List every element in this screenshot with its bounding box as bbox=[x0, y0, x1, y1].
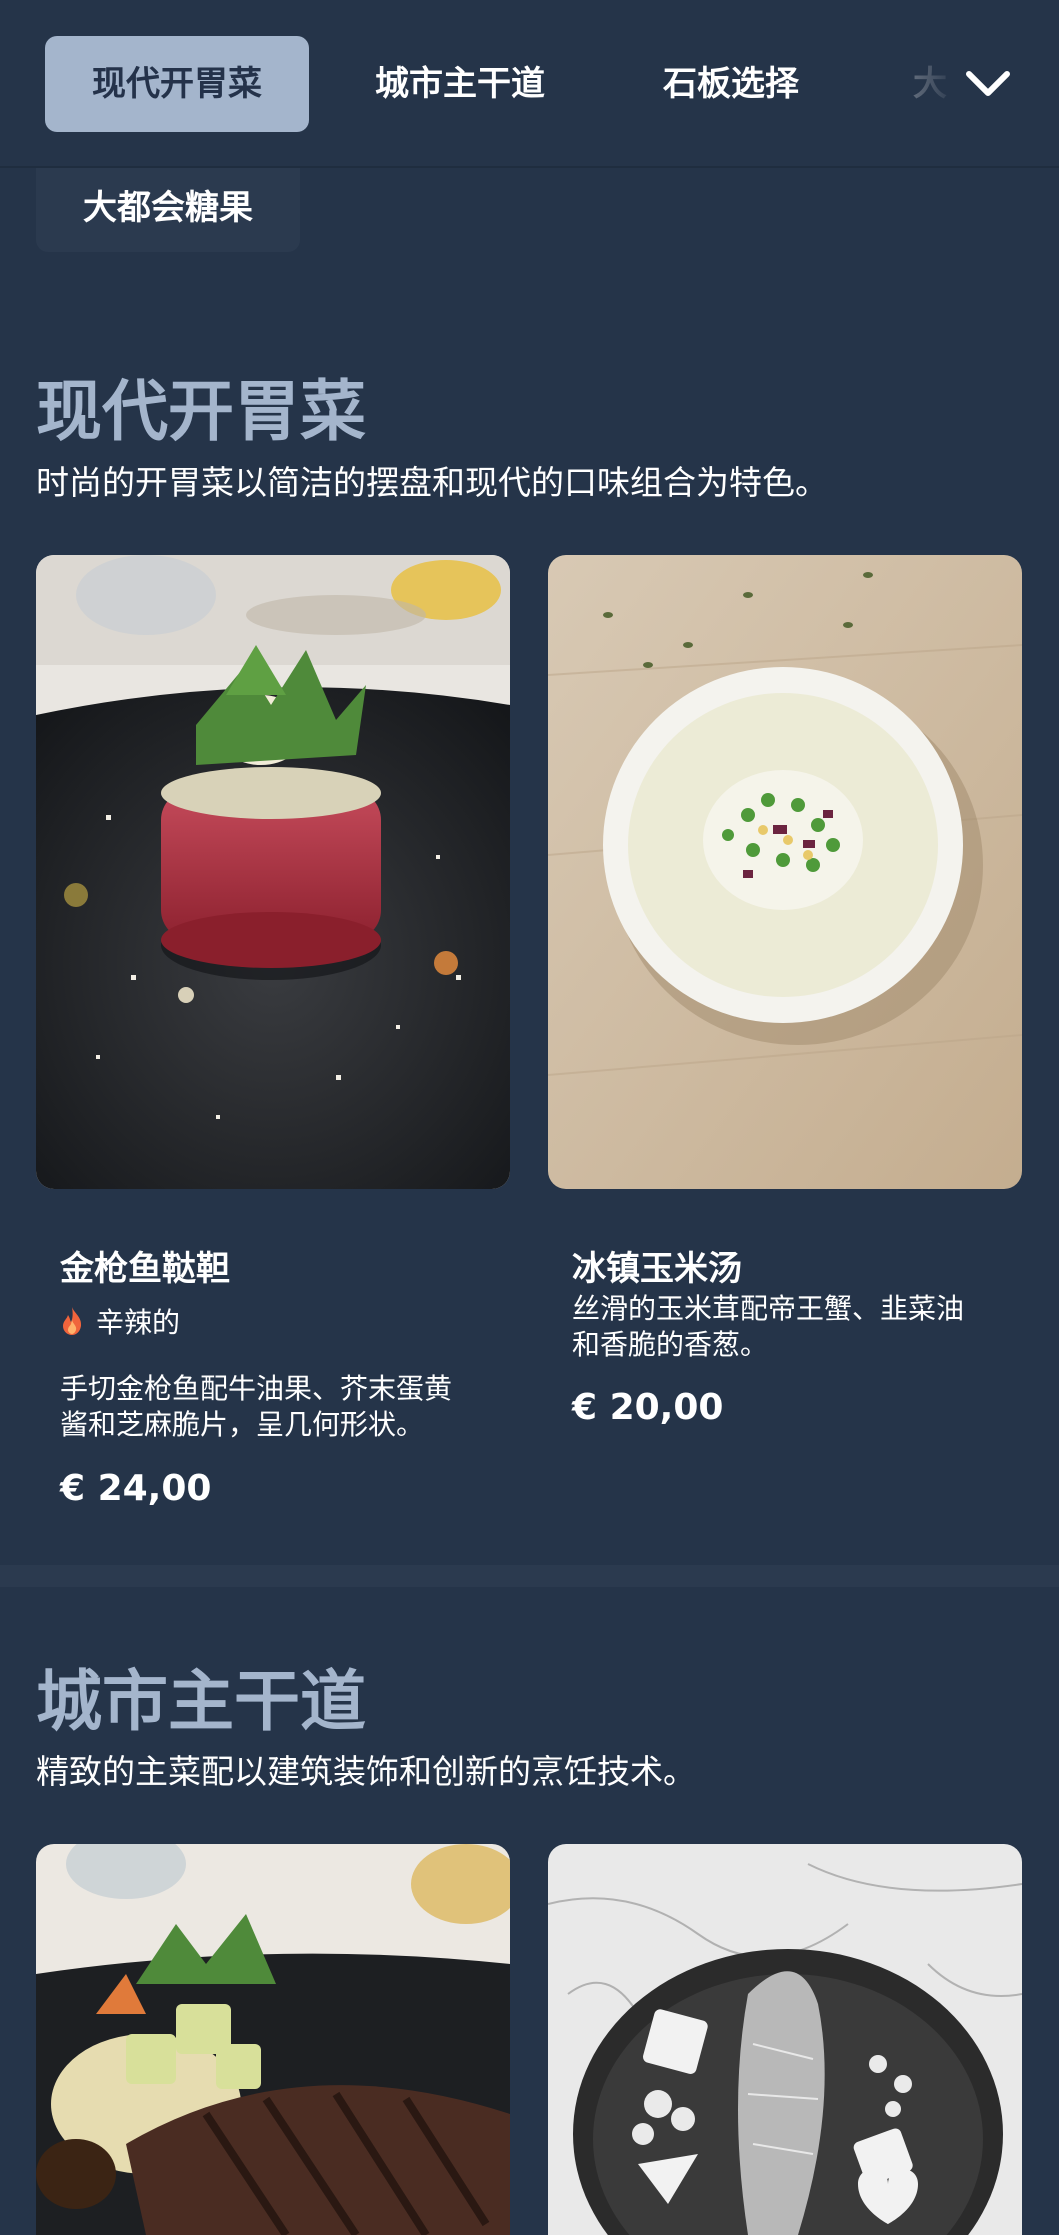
tab-modern-appetizers[interactable]: 现代开胃菜 bbox=[45, 36, 309, 132]
section-title-appetizers: 现代开胃菜 bbox=[36, 373, 366, 450]
dish-image-chilled-corn-soup[interactable] bbox=[548, 555, 1022, 1189]
section-description-urban-mains: 精致的主菜配以建筑装饰和创新的烹饪技术。 bbox=[36, 1752, 696, 1791]
dish-name-tuna-tartare: 金枪鱼鞑靼 bbox=[60, 1249, 230, 1289]
dish-tag-label: 辛辣的 bbox=[96, 1306, 181, 1339]
section-description-appetizers: 时尚的开胃菜以简洁的摆盘和现代的口味组合为特色。 bbox=[36, 463, 828, 502]
dish-image-foil-fish[interactable] bbox=[548, 1844, 1022, 2235]
dish-name-chilled-corn-soup: 冰镇玉米汤 bbox=[572, 1249, 742, 1289]
dish-image-steak[interactable] bbox=[36, 1844, 510, 2235]
dish-price-chilled-corn-soup: € 20,00 bbox=[572, 1387, 724, 1428]
section-divider bbox=[0, 1565, 1059, 1587]
dish-description-tuna-tartare: 手切金枪鱼配牛油果、芥末蛋黄 酱和芝麻脆片，呈几何形状。 bbox=[60, 1372, 453, 1441]
nav-fade bbox=[900, 30, 960, 140]
dish-tag-spicy: 辛辣的 bbox=[60, 1301, 180, 1341]
category-nav: 现代开胃菜 城市主干道 石板选择 大 bbox=[0, 0, 1059, 168]
category-chip-label: 大都会糖果 bbox=[83, 188, 253, 228]
dish-image-tuna-tartare[interactable] bbox=[36, 555, 510, 1189]
dish-price-tuna-tartare: € 24,00 bbox=[60, 1468, 212, 1509]
flame-icon bbox=[63, 1307, 82, 1335]
tab-slate-selection[interactable]: 石板选择 bbox=[663, 36, 799, 132]
dish-description-chilled-corn-soup: 丝滑的玉米茸配帝王蟹、韭菜油 和香脆的香葱。 bbox=[572, 1292, 965, 1361]
section-title-urban-mains: 城市主干道 bbox=[36, 1663, 366, 1740]
tab-urban-mains[interactable]: 城市主干道 bbox=[375, 36, 545, 132]
chevron-down-icon bbox=[966, 71, 1010, 96]
expand-categories-button[interactable] bbox=[955, 50, 1021, 116]
